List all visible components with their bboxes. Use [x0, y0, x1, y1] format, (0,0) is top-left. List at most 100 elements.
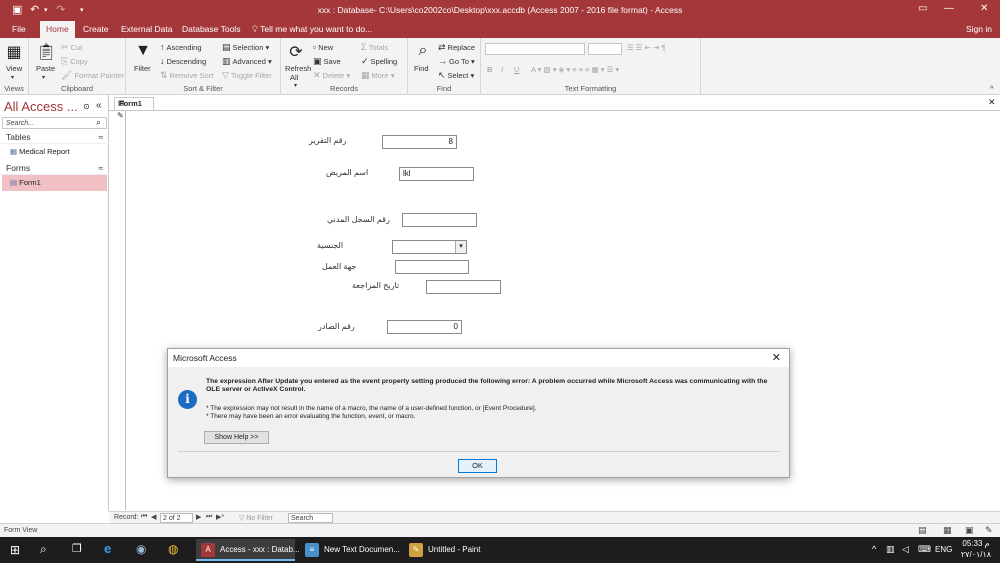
chrome-icon[interactable]: ◍ — [168, 542, 178, 556]
magnifier-icon[interactable]: ⌕ — [414, 42, 432, 60]
civil-record-field[interactable] — [402, 213, 477, 227]
descending-button[interactable]: ↓ Descending — [160, 56, 206, 66]
taskbar-app-notepad[interactable]: ≡ New Text Documen... — [300, 539, 402, 561]
new-record-button[interactable]: ▫ New — [313, 42, 333, 52]
ribbon-tabs: File Home Create External Data Database … — [0, 21, 1000, 38]
dialog-bullet-1: * The expression may not result in the n… — [206, 405, 537, 412]
nationality-combo[interactable]: ▾ — [392, 240, 467, 254]
nav-section-tables[interactable]: Tables ≈ — [0, 130, 109, 144]
close-icon[interactable]: ✕ — [980, 3, 988, 14]
more-icon: ▦ — [361, 70, 370, 80]
view-icon[interactable]: ▦ — [5, 42, 23, 62]
record-selector[interactable]: ✎ — [114, 111, 126, 510]
cut-button: ✂ Cut — [61, 42, 83, 52]
search-icon[interactable]: ⌕ — [96, 117, 101, 128]
next-record-icon[interactable]: ▶ — [196, 513, 201, 521]
select-button[interactable]: ↖ Select ▾ — [438, 70, 474, 81]
font-family-select — [485, 43, 585, 55]
find-group: ⌕ Find ⇄ Replace → Go To ▾ ↖ Select ▾ Find — [408, 38, 481, 95]
filter-icon[interactable]: ▼ — [134, 42, 152, 60]
review-date-field[interactable] — [426, 280, 501, 294]
chevron-down-icon[interactable]: ▾ — [455, 241, 466, 253]
ok-button[interactable]: OK — [458, 459, 497, 473]
record-search-input[interactable]: Search — [288, 513, 333, 523]
datasheet-view-icon[interactable]: ▦ — [943, 525, 952, 536]
tab-home[interactable]: Home — [40, 21, 75, 38]
clock-time[interactable]: 05:33 م — [960, 539, 992, 548]
tab-create[interactable]: Create — [77, 21, 115, 38]
replace-button[interactable]: ⇄ Replace — [438, 42, 475, 53]
tray-chevron-icon[interactable]: ^ — [872, 544, 876, 554]
nav-pane-title[interactable]: All Access ... — [4, 99, 78, 114]
volume-icon[interactable]: ◁ — [902, 544, 909, 555]
new-record-icon[interactable]: ▶* — [216, 513, 224, 521]
ascending-button[interactable]: ↑ Ascending — [160, 42, 202, 52]
nav-item-form1[interactable]: ▤ Form1 — [2, 175, 107, 191]
sign-in-link[interactable]: Sign in — [966, 21, 992, 38]
language-bar-icon[interactable]: ⌨ — [918, 544, 931, 555]
nav-menu-icon[interactable]: ⊙ — [83, 102, 90, 111]
last-record-icon[interactable]: ⏭ — [206, 513, 212, 521]
task-view-icon[interactable]: ❐ — [72, 542, 82, 555]
refresh-icon[interactable]: ⟳ — [287, 42, 305, 62]
design-view-icon[interactable]: ✎ — [985, 525, 993, 536]
goto-button[interactable]: → Go To ▾ — [438, 56, 475, 66]
patient-name-field[interactable]: lkl — [399, 167, 474, 181]
taskbar: ⊞ ⌕ ❐ e ◉ ◍ A Access - xxx : Datab... ≡ Ne… — [0, 537, 1000, 563]
tell-me-box[interactable]: 💡︎ Tell me what you want to do... — [246, 21, 378, 38]
tab-database-tools[interactable]: Database Tools — [176, 21, 246, 38]
form-icon: ▤ — [118, 100, 125, 107]
minimize-icon[interactable]: — — [944, 3, 954, 14]
paste-icon[interactable]: 📋︎ — [36, 42, 56, 62]
edge-icon[interactable]: e — [104, 541, 111, 556]
nav-item-medical-report[interactable]: ▦ Medical Report — [2, 144, 107, 160]
network-icon[interactable]: ▥ — [886, 544, 895, 555]
ribbon-display-icon[interactable]: ▭ — [918, 3, 927, 14]
layout-view-icon[interactable]: ▣ — [965, 525, 974, 536]
find-button[interactable]: Find — [414, 64, 429, 73]
tab-external-data[interactable]: External Data — [115, 21, 179, 38]
advanced-button[interactable]: ▥ Advanced ▾ — [222, 56, 272, 67]
record-label: Record: — [114, 514, 139, 521]
selection-button[interactable]: ▤ Selection ▾ — [222, 42, 269, 53]
chevron-down-icon[interactable]: ▾ — [11, 74, 14, 81]
filter-button[interactable]: Filter — [134, 64, 151, 73]
taskbar-app-access[interactable]: A Access - xxx : Datab... — [196, 539, 300, 561]
replace-icon: ⇄ — [438, 42, 446, 52]
taskbar-app-paint[interactable]: ✎ Untitled - Paint — [404, 539, 504, 561]
collapse-ribbon-icon[interactable]: ^ — [990, 84, 994, 93]
shutter-bar-icon[interactable]: « — [96, 100, 102, 111]
chevron-down-icon[interactable]: ▾ — [42, 74, 45, 81]
show-help-button[interactable]: Show Help >> — [204, 431, 269, 444]
scissors-icon: ✂ — [61, 42, 69, 52]
outgoing-no-field[interactable]: 0 — [387, 320, 462, 334]
prev-record-icon[interactable]: ◀ — [151, 513, 156, 521]
search-icon[interactable]: ⌕ — [40, 542, 47, 557]
close-document-icon[interactable]: ✕ — [988, 97, 996, 108]
spelling-button[interactable]: ✓ Spelling — [361, 56, 397, 67]
windows-start-icon[interactable]: ⊞ — [10, 543, 20, 557]
save-record-button[interactable]: ▣ Save — [313, 56, 341, 67]
no-filter-button[interactable]: ▽ No Filter — [239, 514, 273, 522]
globe-icon[interactable]: ◉ — [136, 542, 146, 556]
record-position-input[interactable]: 2 of 2 — [160, 513, 193, 523]
arrow-right-icon: → — [438, 56, 447, 66]
refresh-all-button[interactable]: Refresh — [285, 64, 311, 73]
first-record-icon[interactable]: ⏮ — [141, 513, 147, 521]
clock-date[interactable]: ٢٧/٠١/١٨ — [960, 550, 992, 559]
tab-file[interactable]: File — [6, 21, 32, 38]
form-view-icon[interactable]: ▤ — [918, 525, 927, 536]
spelling-icon: ✓ — [361, 56, 369, 66]
work-place-field[interactable] — [395, 260, 469, 274]
nav-section-forms[interactable]: Forms ≈ — [0, 161, 109, 175]
language-indicator[interactable]: ENG — [935, 545, 952, 554]
advanced-filter-icon: ▥ — [222, 56, 231, 66]
paint-icon: ✎ — [409, 543, 423, 557]
report-no-field[interactable]: 8 — [382, 135, 457, 149]
close-icon[interactable]: ✕ — [772, 351, 781, 364]
view-button[interactable]: View — [6, 64, 22, 73]
toggle-filter-icon: ▽ — [222, 70, 229, 80]
nav-search-input[interactable]: Search... — [2, 117, 107, 129]
paste-button[interactable]: Paste — [36, 64, 55, 73]
window-title: xxx : Database- C:\Users\co2002co\Deskto… — [317, 5, 683, 15]
